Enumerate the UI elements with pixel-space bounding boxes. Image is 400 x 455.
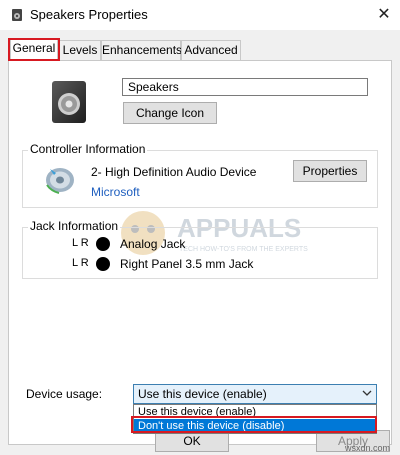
audio-device-icon [46,168,74,194]
speaker-app-icon [12,9,22,21]
controller-group-label: Controller Information [28,142,148,156]
jack-lr-label: L R [72,237,89,249]
controller-manufacturer: Microsoft [91,185,140,199]
change-icon-button[interactable]: Change Icon [123,102,217,124]
speaker-icon [52,81,86,123]
site-watermark: wsxdn.com [345,443,391,453]
chevron-down-icon[interactable] [360,386,374,400]
dropdown-option-disable[interactable]: Don't use this device (disable) [134,419,376,433]
jack-name: Analog Jack [120,237,186,251]
device-usage-label: Device usage: [26,387,103,401]
controller-device-name: 2- High Definition Audio Device [91,165,257,179]
jack-lr-label: L R [72,257,89,269]
tab-advanced[interactable]: Advanced [181,40,241,60]
device-name-field[interactable]: Speakers [122,78,368,96]
window-title: Speakers Properties [30,7,148,22]
close-button[interactable]: ✕ [372,4,396,26]
properties-button[interactable]: Properties [293,160,367,182]
jack-name: Right Panel 3.5 mm Jack [120,257,254,271]
tab-general[interactable]: General [10,38,58,61]
tab-levels[interactable]: Levels [59,40,101,60]
jack-indicator-icon [96,257,110,271]
jack-group-label: Jack Information [28,219,121,233]
device-usage-select[interactable]: Use this device (enable) [133,384,377,404]
device-usage-dropdown: Use this device (enable) Don't use this … [133,404,377,434]
dropdown-option-enable[interactable]: Use this device (enable) [134,405,376,419]
jack-indicator-icon [96,237,110,251]
close-icon: ✕ [377,6,391,23]
tab-enhancements[interactable]: Enhancements [101,40,182,60]
jack-group [22,227,378,279]
